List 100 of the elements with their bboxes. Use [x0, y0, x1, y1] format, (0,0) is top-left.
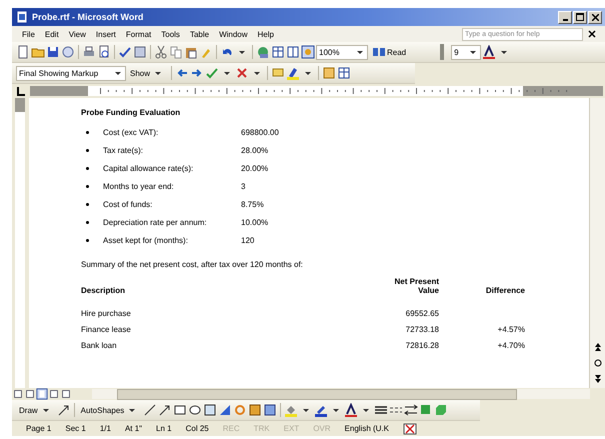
paste-icon[interactable]: [184, 45, 198, 59]
clip-art-icon[interactable]: [248, 403, 262, 417]
table-cell-text: 69552.65: [404, 309, 439, 318]
hyperlink-icon[interactable]: [256, 45, 270, 59]
oval-icon[interactable]: [188, 403, 202, 417]
bullet-icon: [86, 238, 89, 242]
parameter-value: 120: [241, 236, 254, 244]
table-cell-text: 72733.18: [404, 325, 439, 334]
status-text: Ln 1: [156, 424, 172, 433]
close-button[interactable]: [588, 10, 602, 24]
bullet-icon: [86, 220, 89, 224]
table-cell-text: +4.70%: [496, 341, 525, 350]
line-color-icon[interactable]: [314, 403, 328, 417]
select-objects-icon[interactable]: [56, 403, 71, 417]
summary-text: Summary of the net present cost, after tax over 120 months of:: [81, 260, 304, 269]
status-text: Sec 1: [65, 424, 86, 433]
diagram-icon[interactable]: [233, 403, 248, 417]
status-text: Col 25: [186, 424, 209, 433]
parameter-value: 698800.00: [241, 128, 279, 136]
table-cell-text: 72816.28: [404, 341, 439, 350]
save-icon[interactable]: [46, 45, 60, 59]
menu-item[interactable]: Format: [122, 30, 156, 38]
cut-icon[interactable]: [154, 45, 168, 59]
maximize-button[interactable]: [573, 10, 587, 24]
bullet-icon: [86, 130, 89, 134]
research-icon[interactable]: [133, 45, 147, 59]
rectangle-icon[interactable]: [173, 403, 188, 417]
table-cell-text: Hire purchase: [81, 309, 132, 318]
text-box-icon[interactable]: [203, 403, 218, 417]
menu-item[interactable]: Tools: [157, 30, 184, 38]
status-text: 1/1: [100, 424, 111, 433]
line-icon[interactable]: [143, 403, 158, 417]
fill-color-icon[interactable]: [284, 403, 298, 417]
permission-icon[interactable]: [61, 45, 75, 59]
column-header: Net Present Value: [394, 277, 439, 295]
menu-item[interactable]: Table: [186, 30, 214, 38]
picture-icon[interactable]: [263, 403, 278, 417]
book-icon: [372, 45, 386, 59]
copy-icon[interactable]: [169, 45, 183, 59]
print-preview-icon[interactable]: [97, 45, 111, 59]
spelling-icon[interactable]: [118, 45, 132, 59]
window-title: Probe.rtf - Microsoft Word: [32, 12, 144, 22]
bullet-icon: [86, 202, 89, 206]
column-header: Difference: [484, 286, 525, 295]
menu-item[interactable]: View: [64, 30, 90, 38]
menu-item[interactable]: Window: [215, 30, 252, 38]
normal-view-icon[interactable]: [12, 388, 24, 400]
minimize-button[interactable]: [558, 10, 572, 24]
reading-layout-view-icon[interactable]: [60, 388, 72, 400]
status-text: OVR: [313, 424, 331, 433]
status-text: EXT: [284, 424, 300, 433]
font-color-icon[interactable]: [482, 45, 496, 59]
status-text: English (U.K: [344, 424, 389, 433]
bullet-icon: [86, 148, 89, 152]
menu-item[interactable]: File: [18, 30, 39, 38]
parameter-value: 3: [241, 182, 246, 190]
menu-item[interactable]: Help: [254, 30, 278, 38]
parameter-label: Cost of funds:: [103, 200, 154, 208]
columns-icon[interactable]: [286, 45, 300, 59]
autoshapes-menu-button[interactable]: AutoShapes: [78, 403, 142, 417]
display-for-review-dropdown[interactable]: Final Showing Markup: [16, 66, 126, 80]
menu-item[interactable]: Edit: [40, 30, 63, 38]
arrow-icon[interactable]: [158, 403, 172, 417]
highlight-icon[interactable]: [286, 66, 300, 80]
table-cell-text: +4.57%: [496, 325, 525, 334]
zoom-dropdown[interactable]: 100%: [316, 44, 368, 60]
bullet-icon: [86, 166, 89, 170]
reject-change-icon[interactable]: [235, 66, 250, 80]
parameter-value: 20.00%: [241, 164, 268, 172]
document-heading: Probe Funding Evaluation: [81, 108, 182, 117]
table-cell-text: Bank loan: [81, 341, 118, 350]
document-icon: [15, 10, 29, 24]
spelling-status-icon[interactable]: [403, 422, 417, 436]
read-button[interactable]: Read: [369, 45, 410, 59]
new-document-icon[interactable]: [16, 45, 30, 59]
column-header: Description: [81, 286, 126, 295]
status-text: TRK: [254, 424, 270, 433]
reviewing-pane-icon[interactable]: [337, 66, 352, 80]
tab-stop-icon[interactable]: [14, 84, 28, 98]
document-map-icon[interactable]: [301, 45, 315, 59]
print-icon[interactable]: [82, 45, 96, 59]
status-text: Page 1: [26, 424, 52, 433]
font-color-icon[interactable]: [344, 403, 358, 417]
wordart-icon[interactable]: [218, 403, 232, 417]
font-size-dropdown[interactable]: 9: [451, 44, 482, 60]
tables-icon[interactable]: [271, 45, 285, 59]
parameter-label: Cost (exc VAT):: [103, 128, 160, 136]
print-layout-view-icon[interactable]: [36, 388, 48, 400]
parameter-label: Tax rate(s):: [103, 146, 144, 154]
show-button[interactable]: Show: [127, 66, 168, 80]
3d-style-icon[interactable]: [434, 403, 448, 417]
arrow-style-icon[interactable]: [404, 403, 418, 417]
menu-item[interactable]: Insert: [92, 30, 120, 38]
parameter-label: Depreciation rate per annum:: [103, 218, 208, 226]
web-layout-view-icon[interactable]: [24, 388, 36, 400]
parameter-label: Capital allowance rate(s):: [103, 164, 194, 172]
track-changes-icon[interactable]: [322, 66, 336, 80]
outline-view-icon[interactable]: [48, 388, 60, 400]
draw-menu-button[interactable]: Draw: [16, 403, 56, 417]
parameter-label: Asset kept for (months):: [103, 236, 189, 244]
